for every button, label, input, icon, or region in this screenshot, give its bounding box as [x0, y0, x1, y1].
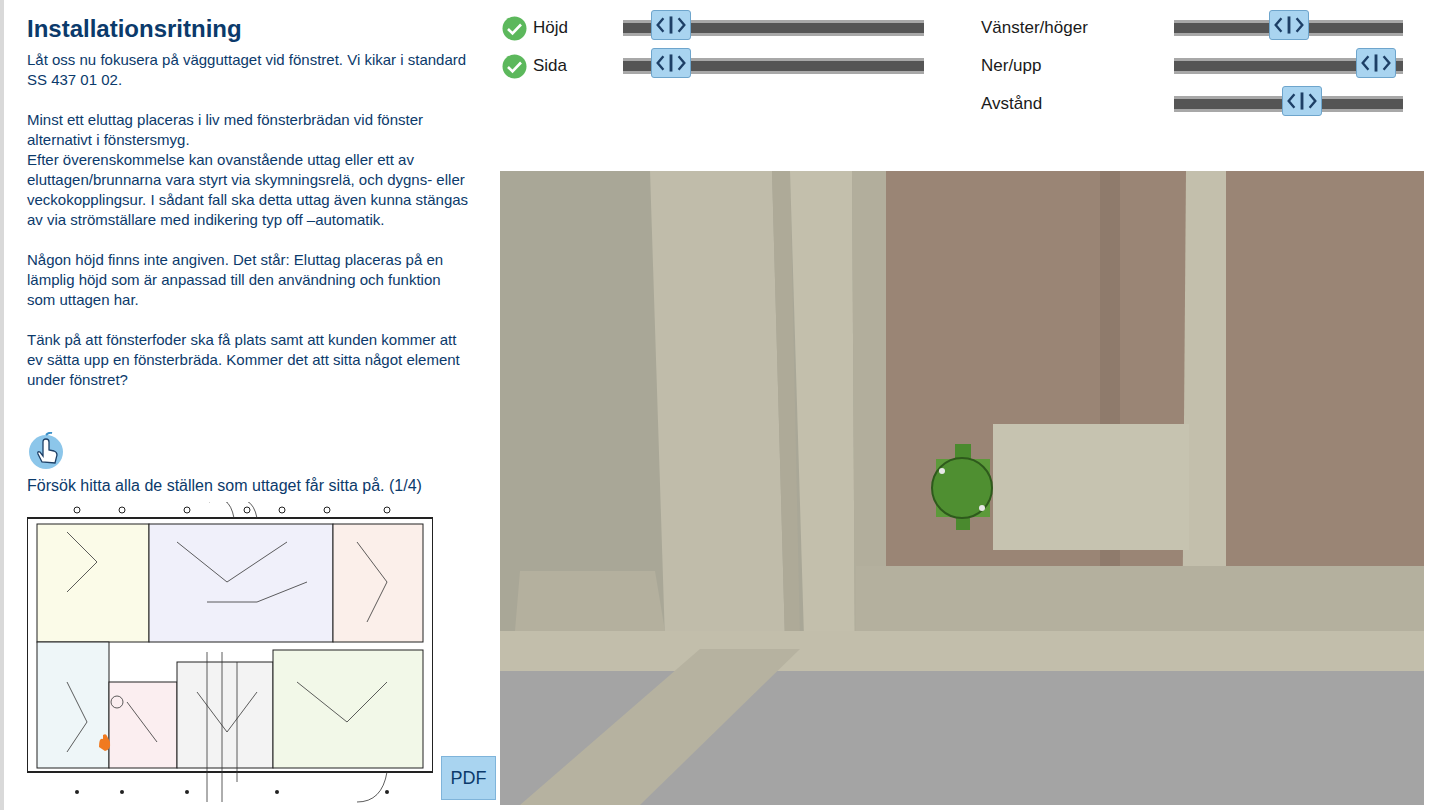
slider-track[interactable]	[623, 58, 924, 74]
arrows-icon	[652, 48, 690, 78]
slider-label: Sida	[533, 56, 623, 76]
hand-pointer-icon[interactable]	[27, 432, 65, 470]
arrows-icon	[652, 10, 690, 40]
slider-track[interactable]	[1174, 20, 1403, 36]
paragraph-text: Tänk på att fönsterfoder ska få plats sa…	[27, 330, 473, 390]
page-title: Installationsritning	[27, 14, 500, 44]
paragraph-text: Låt oss nu fokusera på vägguttaget vid f…	[27, 50, 473, 90]
slider-row: Höjd	[502, 9, 981, 47]
slider-label: Ner/upp	[981, 56, 1174, 76]
slider-row: Avstånd	[981, 85, 1403, 123]
slider-handle[interactable]	[651, 10, 691, 40]
slider-track[interactable]	[1174, 96, 1403, 112]
scene-3d[interactable]	[500, 171, 1424, 805]
check-icon	[502, 16, 527, 41]
task-text: Försök hitta alla de ställen som uttaget…	[27, 476, 500, 496]
slider-row: Vänster/höger	[981, 9, 1403, 47]
paragraph-text: Minst ett eluttag placeras i liv med fön…	[27, 110, 473, 150]
paragraph: Låt oss nu fokusera på vägguttaget vid f…	[27, 50, 473, 90]
arrows-icon	[1283, 86, 1321, 116]
slider-group: Vänster/höger Ner/upp Avstånd	[981, 9, 1403, 171]
paragraph-text: Någon höjd finns inte angiven. Det står:…	[27, 250, 473, 310]
slider-label: Avstånd	[981, 94, 1174, 114]
slider-label: Vänster/höger	[981, 18, 1174, 38]
pdf-button[interactable]: PDF	[441, 756, 496, 800]
plan-row: PDF	[27, 502, 500, 804]
paragraph: Minst ett eluttag placeras i liv med fön…	[27, 110, 473, 230]
check-icon	[502, 54, 527, 79]
slider-handle[interactable]	[1282, 86, 1322, 116]
paragraph-text: Efter överenskommelse kan ovanstående ut…	[27, 150, 473, 230]
workspace: Höjd Sida Vänster/höger Ner/upp Avstånd	[500, 0, 1433, 810]
slider-label: Höjd	[533, 18, 623, 38]
slider-handle[interactable]	[1269, 10, 1309, 40]
slider-handle[interactable]	[651, 48, 691, 78]
slider-track[interactable]	[1174, 58, 1403, 74]
slider-track[interactable]	[623, 20, 924, 36]
scene-picture	[500, 171, 1424, 805]
slider-row: Ner/upp	[981, 47, 1403, 85]
floor-plan[interactable]	[27, 502, 433, 804]
slider-controls: Höjd Sida Vänster/höger Ner/upp Avstånd	[500, 0, 1433, 171]
paragraph: Någon höjd finns inte angiven. Det står:…	[27, 250, 473, 310]
slider-handle[interactable]	[1356, 48, 1396, 78]
slider-row: Sida	[502, 47, 981, 85]
instruction-panel: Installationsritning Låt oss nu fokusera …	[0, 0, 500, 810]
arrows-icon	[1270, 10, 1308, 40]
arrows-icon	[1357, 48, 1395, 78]
paragraph: Tänk på att fönsterfoder ska få plats sa…	[27, 330, 473, 390]
slider-group: Höjd Sida	[502, 9, 981, 171]
